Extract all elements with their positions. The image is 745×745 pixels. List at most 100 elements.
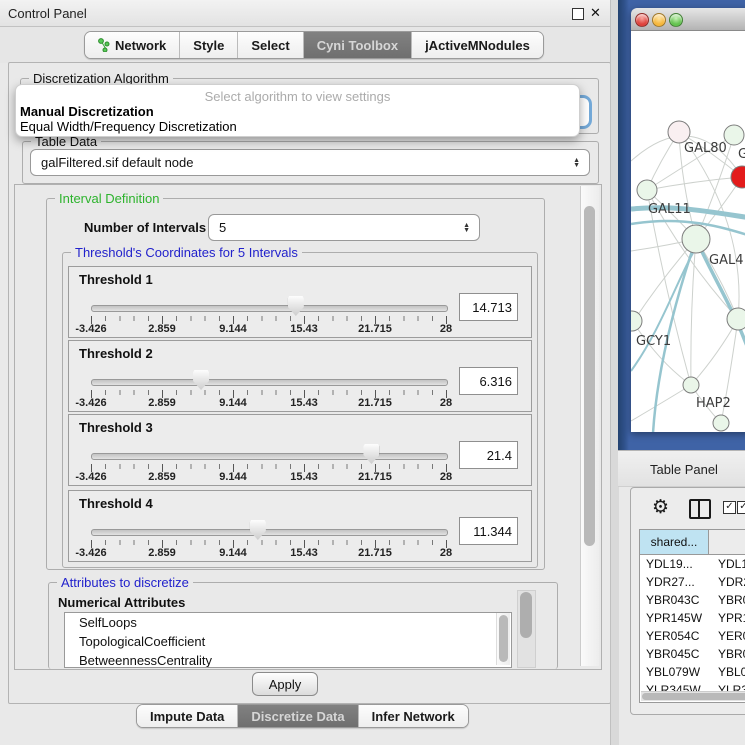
table-row[interactable]: YPR145WYPR1 xyxy=(640,609,745,627)
attribute-list-item[interactable]: BetweennessCentrality xyxy=(65,651,511,668)
attributes-group-title: Attributes to discretize xyxy=(57,575,193,590)
slider-handle[interactable] xyxy=(363,444,379,464)
tab-select[interactable]: Select xyxy=(238,32,303,58)
tick-label: -3.426 xyxy=(75,471,106,483)
close-icon[interactable]: ✕ xyxy=(590,5,601,21)
cell-shared-name[interactable]: YPR145W xyxy=(640,611,708,625)
settings-scrollbar-thumb[interactable] xyxy=(584,206,595,546)
network-window-titlebar[interactable] xyxy=(631,8,745,31)
table-panel-header: Table Panel xyxy=(618,450,745,487)
network-node[interactable] xyxy=(668,121,690,143)
close-traffic-icon[interactable] xyxy=(635,13,649,27)
node-label: GA xyxy=(738,147,745,162)
network-canvas[interactable]: GAL80GACGAL11GAL4GCY1HHAP2 xyxy=(631,31,745,432)
table-hscrollbar-thumb[interactable] xyxy=(642,693,745,700)
network-node[interactable] xyxy=(637,180,657,200)
tab-discretize-data[interactable]: Discretize Data xyxy=(238,705,358,727)
column-header-shared-name[interactable]: shared... xyxy=(640,530,709,554)
attribute-list-item[interactable]: SelfLoops xyxy=(65,613,511,632)
network-node[interactable] xyxy=(727,308,745,330)
tab-jactivemnodules[interactable]: jActiveMNodules xyxy=(412,32,543,58)
table-row[interactable]: YBR045CYBR0 xyxy=(640,645,745,663)
dropdown-option-equal-width[interactable]: Equal Width/Frequency Discretization xyxy=(20,119,237,134)
network-window[interactable]: GAL80GACGAL11GAL4GCY1HHAP2 xyxy=(631,8,745,432)
tab-cyni-toolbox[interactable]: Cyni Toolbox xyxy=(304,32,412,58)
tab-label: Cyni Toolbox xyxy=(317,38,398,53)
cell-shared-name[interactable]: YER054C xyxy=(640,629,708,643)
tab-label: Style xyxy=(193,38,224,53)
spinner-arrows-icon: ▲▼ xyxy=(463,223,479,233)
table-panel-card: ⚙ ✓ ✓ shared... name YDL19...YDL1YDR27..… xyxy=(630,487,745,715)
minimize-traffic-icon[interactable] xyxy=(652,13,666,27)
threshold-value-field[interactable]: 11.344 xyxy=(459,517,518,545)
tab-label: Impute Data xyxy=(150,709,224,724)
slider-track[interactable] xyxy=(91,453,448,460)
tick-label: 21.715 xyxy=(358,471,392,483)
node-table-header[interactable]: shared... name xyxy=(640,530,745,555)
cell-name[interactable]: YDL1 xyxy=(708,557,745,571)
checkbox-icon-1[interactable]: ✓ xyxy=(723,501,736,514)
table-row[interactable]: YDL19...YDL1 xyxy=(640,555,745,573)
column-header-name[interactable]: name xyxy=(709,530,745,554)
cell-name[interactable]: YBL0 xyxy=(708,665,745,679)
cell-shared-name[interactable]: YBR045C xyxy=(640,647,708,661)
threshold-panel-2: Threshold 2-3.4262.8599.14415.4321.71528… xyxy=(68,340,532,412)
tab-infer-network[interactable]: Infer Network xyxy=(359,705,468,727)
slider-handle[interactable] xyxy=(288,296,304,316)
table-hscrollbar[interactable] xyxy=(641,691,745,701)
table-row[interactable]: YER054CYER0 xyxy=(640,627,745,645)
attributes-list-scrollbar-thumb[interactable] xyxy=(499,615,508,662)
table-row[interactable]: YDR27...YDR2 xyxy=(640,573,745,591)
tick-label: 28 xyxy=(440,323,452,335)
columns-icon[interactable] xyxy=(689,499,711,519)
threshold-label: Threshold 1 xyxy=(79,272,153,287)
settings-scrollbar[interactable] xyxy=(580,186,599,666)
table-row[interactable]: YBR043CYBR0 xyxy=(640,591,745,609)
cell-shared-name[interactable]: YDL19... xyxy=(640,557,708,571)
slider-handle[interactable] xyxy=(250,520,266,540)
network-node[interactable] xyxy=(682,225,710,253)
cell-shared-name[interactable]: YBR043C xyxy=(640,593,708,607)
tab-style[interactable]: Style xyxy=(180,32,238,58)
tab-label: Network xyxy=(115,38,166,53)
attributes-list-scrollbar[interactable] xyxy=(496,613,510,665)
node-table-rows: YDL19...YDL1YDR27...YDR2YBR043CYBR0YPR14… xyxy=(640,555,745,700)
slider-track[interactable] xyxy=(91,379,448,386)
threshold-label: Threshold 4 xyxy=(79,496,153,511)
cell-name[interactable]: YDR2 xyxy=(708,575,745,589)
algorithm-dropdown-popup: Select algorithm to view settings Manual… xyxy=(15,84,580,137)
cell-name[interactable]: YBR0 xyxy=(708,593,745,607)
attribute-list-item[interactable]: TopologicalCoefficient xyxy=(65,632,511,651)
cell-shared-name[interactable]: YDR27... xyxy=(640,575,708,589)
slider-handle[interactable] xyxy=(193,370,209,390)
dropdown-option-manual[interactable]: Manual Discretization xyxy=(20,104,154,119)
cell-name[interactable]: YER0 xyxy=(708,629,745,643)
gear-icon[interactable]: ⚙ xyxy=(652,496,669,519)
network-node[interactable] xyxy=(631,311,642,331)
slider-track[interactable] xyxy=(91,305,448,312)
tick-label: 28 xyxy=(440,471,452,483)
network-node[interactable] xyxy=(713,415,729,431)
threshold-value-field[interactable]: 21.4 xyxy=(459,441,518,469)
attributes-panel-scrollbar-thumb[interactable] xyxy=(520,592,532,638)
slider-track[interactable] xyxy=(91,529,448,536)
apply-button[interactable]: Apply xyxy=(252,672,318,696)
float-icon[interactable] xyxy=(572,8,584,20)
attributes-panel-scrollbar[interactable] xyxy=(517,590,536,668)
tick-label: 28 xyxy=(440,397,452,409)
network-node[interactable] xyxy=(683,377,699,393)
cell-shared-name[interactable]: YBL079W xyxy=(640,665,708,679)
table-data-combobox[interactable]: galFiltered.sif default node ▲▼ xyxy=(30,149,590,176)
attributes-list[interactable]: SelfLoopsTopologicalCoefficientBetweenne… xyxy=(64,612,512,668)
tab-impute-data[interactable]: Impute Data xyxy=(137,705,238,727)
tab-network[interactable]: Network xyxy=(85,32,180,58)
table-row[interactable]: YBL079WYBL0 xyxy=(640,663,745,681)
cell-name[interactable]: YPR1 xyxy=(708,611,745,625)
threshold-value-field[interactable]: 6.316 xyxy=(459,367,518,395)
checkbox-icon-2[interactable]: ✓ xyxy=(737,501,745,514)
zoom-traffic-icon[interactable] xyxy=(669,13,683,27)
cell-name[interactable]: YBR0 xyxy=(708,647,745,661)
threshold-value-field[interactable]: 14.713 xyxy=(459,293,518,321)
network-node[interactable] xyxy=(724,125,744,145)
num-intervals-spinner[interactable]: 5 ▲▼ xyxy=(208,214,480,241)
